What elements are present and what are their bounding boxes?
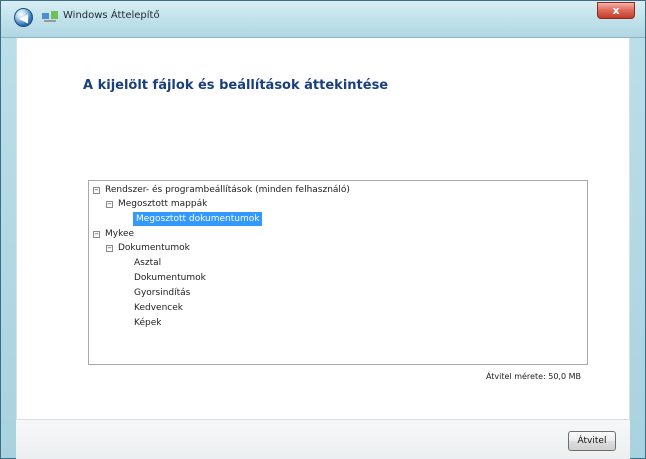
content-panel: A kijelölt fájlok és beállítások áttekin… bbox=[16, 38, 630, 419]
application-window: ◀ Windows Áttelepítő x A kijelölt fájlok… bbox=[0, 0, 646, 459]
page-title: A kijelölt fájlok és beállítások áttekin… bbox=[83, 78, 389, 93]
tree-node-shared-folders[interactable]: − Megosztott mappák bbox=[106, 197, 207, 211]
collapse-icon[interactable]: − bbox=[106, 200, 113, 208]
tree-node-pictures[interactable]: Képek bbox=[134, 316, 161, 330]
tree-node-label: Kedvencek bbox=[134, 303, 183, 313]
tree-node-system-settings[interactable]: − Rendszer- és programbeállítások (minde… bbox=[93, 183, 350, 197]
selection-tree[interactable]: − Rendszer- és programbeállítások (minde… bbox=[88, 180, 588, 365]
transfer-size-label: Átvitel mérete: 50,0 MB bbox=[485, 372, 581, 381]
windows-transfer-icon bbox=[42, 11, 58, 22]
tree-node-label: Dokumentumok bbox=[118, 243, 190, 253]
tree-node-label: Rendszer- és programbeállítások (minden … bbox=[105, 185, 350, 195]
back-arrow-icon[interactable]: ◀ bbox=[14, 8, 33, 27]
tree-node-documents[interactable]: Dokumentumok bbox=[134, 271, 206, 285]
close-label: x bbox=[612, 4, 620, 17]
collapse-icon[interactable]: − bbox=[106, 244, 113, 252]
tree-node-quick-launch[interactable]: Gyorsindítás bbox=[134, 286, 190, 300]
tree-node-label: Gyorsindítás bbox=[134, 288, 191, 298]
tree-node-label: Megosztott mappák bbox=[118, 199, 208, 209]
tree-node-label: Képek bbox=[134, 318, 162, 328]
tree-node-label: Megosztott dokumentumok bbox=[133, 212, 263, 226]
tree-node-label: Asztal bbox=[134, 258, 162, 268]
tree-node-user-mykee[interactable]: − Mykee bbox=[93, 227, 134, 241]
tree-node-shared-documents[interactable]: Megosztott dokumentumok bbox=[133, 212, 263, 226]
tree-node-documents-group[interactable]: − Dokumentumok bbox=[106, 241, 190, 255]
bottom-bar: Átvitel bbox=[16, 419, 630, 459]
title-bar: ◀ Windows Áttelepítő x bbox=[1, 1, 645, 38]
tree-node-favorites[interactable]: Kedvencek bbox=[134, 301, 183, 315]
collapse-icon[interactable]: − bbox=[93, 186, 100, 194]
tree-node-label: Dokumentumok bbox=[134, 273, 206, 283]
tree-node-desktop[interactable]: Asztal bbox=[134, 256, 161, 270]
close-icon[interactable]: x bbox=[597, 2, 635, 19]
window-title: Windows Áttelepítő bbox=[63, 10, 160, 21]
collapse-icon[interactable]: − bbox=[93, 230, 100, 238]
transfer-button[interactable]: Átvitel bbox=[568, 431, 616, 451]
tree-node-label: Mykee bbox=[105, 229, 135, 239]
